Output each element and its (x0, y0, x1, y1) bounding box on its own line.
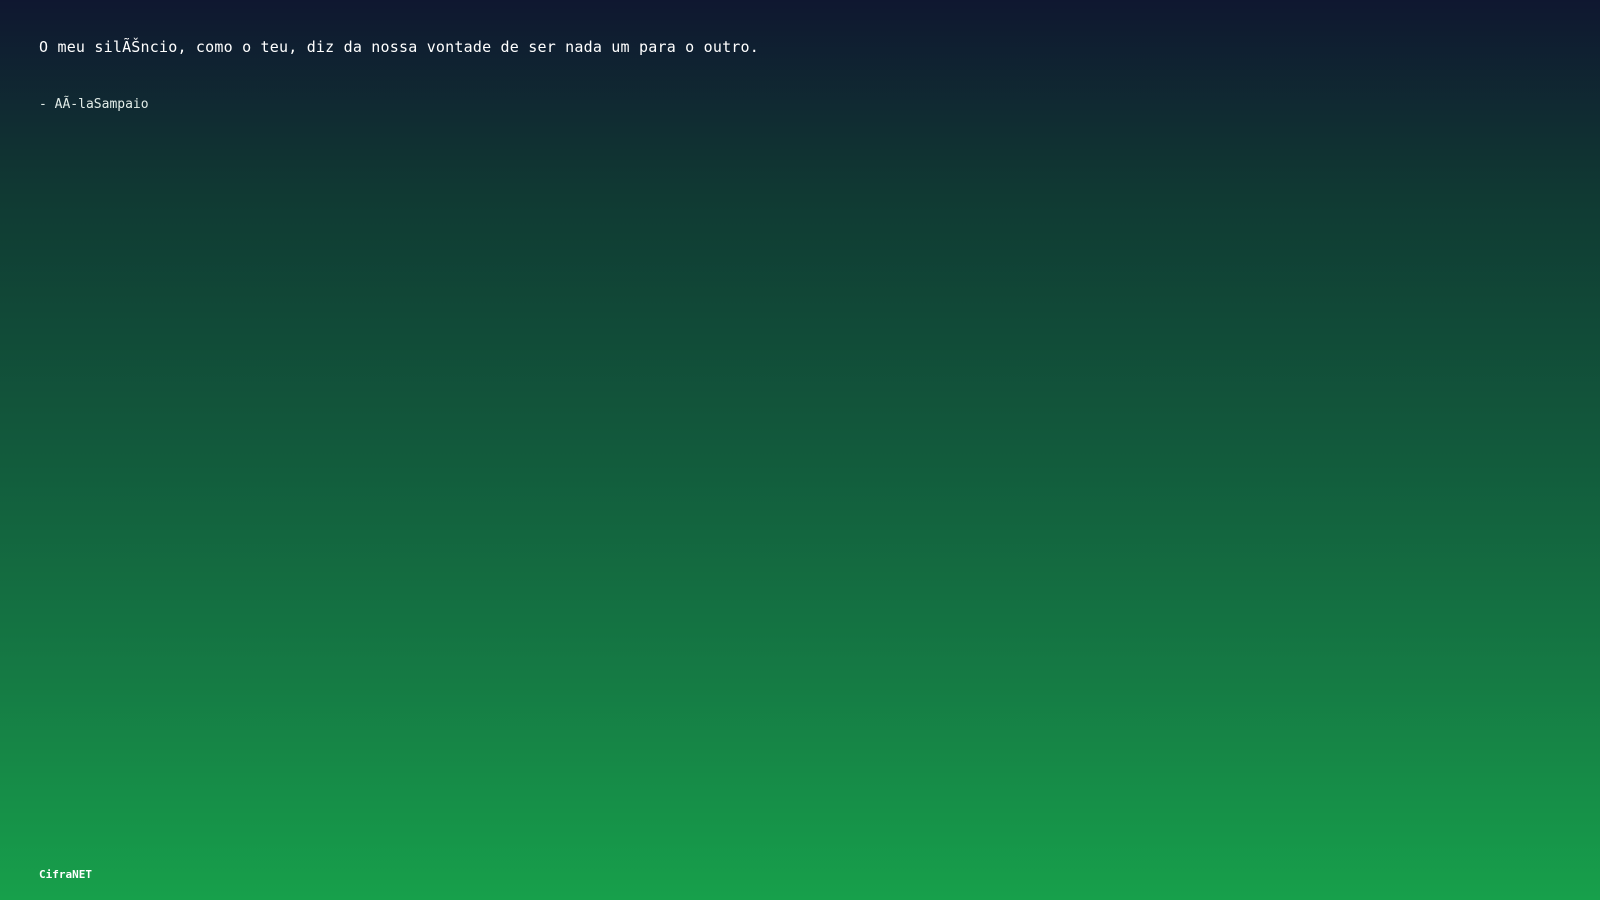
quote-author: - AÃ-laSampaio (39, 97, 149, 112)
brand-label: CifraNET (39, 868, 92, 881)
quote-block: O meu silÃŠncio, como o teu, diz da noss… (39, 37, 1539, 114)
quote-text: O meu silÃŠncio, como o teu, diz da noss… (39, 38, 759, 56)
